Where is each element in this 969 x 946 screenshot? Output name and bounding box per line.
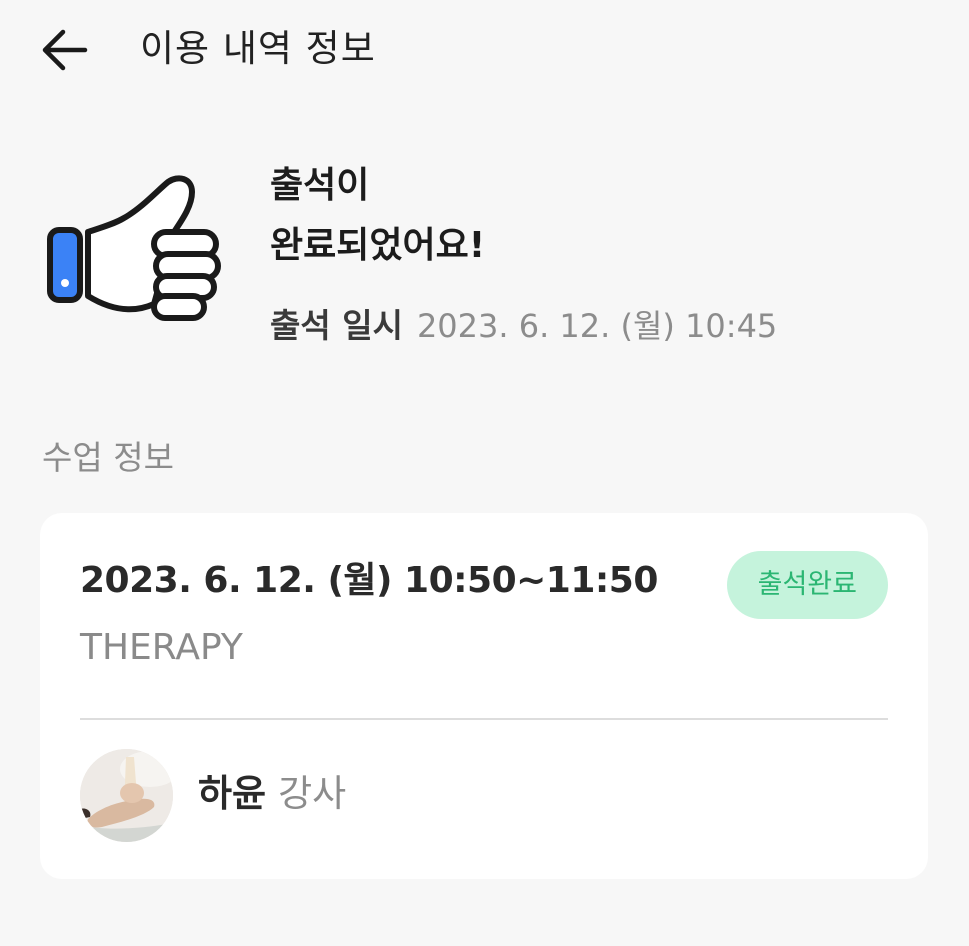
instructor-info: 하윤 강사 bbox=[198, 769, 346, 819]
class-name: THERAPY bbox=[80, 627, 243, 668]
top-app-bar: 이용 내역 정보 bbox=[0, 0, 969, 100]
page-title: 이용 내역 정보 bbox=[140, 27, 376, 70]
class-info-card: 2023. 6. 12. (월) 10:50~11:50 출석완료 THERAP… bbox=[40, 513, 928, 879]
thumbs-up-icon bbox=[47, 175, 221, 321]
attendance-datetime-value: 2023. 6. 12. (월) 10:45 bbox=[416, 307, 778, 345]
instructor-name: 하윤 bbox=[198, 772, 267, 815]
attendance-detail-page: 이용 내역 정보 출석이 완료되었어요! 출석 일시 2023. 6. 12. (… bbox=[0, 0, 969, 946]
card-divider bbox=[80, 718, 888, 720]
class-info-section-label: 수업 정보 bbox=[42, 438, 174, 477]
instructor-role: 강사 bbox=[278, 772, 347, 815]
instructor-avatar bbox=[80, 749, 173, 842]
class-datetime: 2023. 6. 12. (월) 10:50~11:50 bbox=[80, 560, 658, 601]
arrow-left-icon bbox=[42, 29, 88, 71]
attendance-message-line2: 완료되었어요! bbox=[270, 225, 486, 266]
attendance-datetime: 출석 일시 2023. 6. 12. (월) 10:45 bbox=[270, 303, 777, 349]
attendance-datetime-label: 출석 일시 bbox=[270, 306, 403, 345]
attendance-message-line1: 출석이 bbox=[270, 165, 370, 206]
back-button[interactable] bbox=[32, 18, 96, 82]
attendance-complete-message: 출석이 완료되었어요! bbox=[270, 156, 485, 276]
status-badge: 출석완료 bbox=[726, 551, 888, 619]
